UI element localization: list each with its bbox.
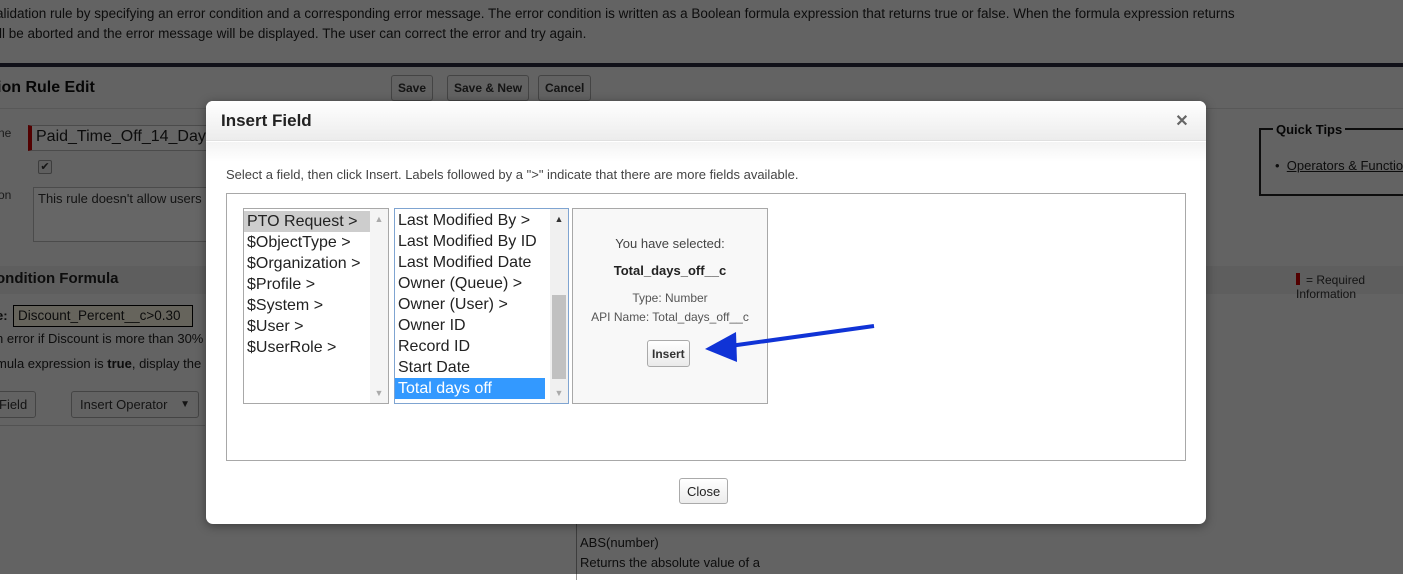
list2-option[interactable]: Owner (User) > — [395, 294, 545, 315]
dialog-instructions: Select a field, then click Insert. Label… — [226, 167, 799, 182]
scroll-down-icon[interactable]: ▼ — [550, 385, 568, 401]
list1-option[interactable]: $System > — [244, 295, 371, 316]
close-button[interactable]: Close — [679, 478, 729, 504]
field-listbox[interactable]: Last Modified By > Last Modified By ID Las… — [394, 208, 569, 404]
list2-option[interactable]: Owner (Queue) > — [395, 273, 545, 294]
list1-option[interactable]: $UserRole > — [244, 337, 371, 358]
selected-field-panel: You have selected: Total_days_off__c Typ… — [572, 208, 768, 404]
arrow-head — [705, 332, 737, 362]
object-options: PTO Request > $ObjectType > $Organization … — [244, 211, 371, 358]
list2-option[interactable]: Last Modified By > — [395, 210, 545, 231]
header-shadow — [206, 142, 1206, 162]
list2-option[interactable]: Record ID — [395, 336, 545, 357]
list1-option[interactable]: $Profile > — [244, 274, 371, 295]
list2-option[interactable]: Owner ID — [395, 315, 545, 336]
selected-field-name: Total_days_off__c — [613, 263, 727, 278]
selected-heading: You have selected: — [615, 236, 725, 251]
list1-option[interactable]: $ObjectType > — [244, 232, 371, 253]
dialog-header: Insert Field ✕ — [206, 101, 1206, 141]
annotation-arrow-icon — [705, 324, 875, 362]
arrow-shaft — [729, 324, 875, 348]
close-x-icon[interactable]: ✕ — [1172, 112, 1192, 132]
list1-option[interactable]: $User > — [244, 316, 371, 337]
scroll-up-icon[interactable]: ▲ — [370, 211, 388, 227]
scrollbar-thumb[interactable] — [552, 295, 566, 379]
insert-field-dialog: Insert Field ✕ Select a field, then clic… — [206, 101, 1206, 524]
dialog-title: Insert Field — [221, 111, 312, 130]
list1-option[interactable]: PTO Request > — [244, 211, 371, 232]
list2-option[interactable]: Last Modified By ID — [395, 231, 545, 252]
selected-field-type: Type: Number — [632, 291, 708, 305]
list2-option[interactable]: Start Date — [395, 357, 545, 378]
list2-option[interactable]: Total days off — [395, 378, 545, 399]
object-list-scrollbar[interactable]: ▲ ▼ — [370, 209, 388, 403]
list1-option[interactable]: $Organization > — [244, 253, 371, 274]
scroll-up-icon[interactable]: ▲ — [550, 211, 568, 227]
field-list-scrollbar[interactable]: ▲ ▼ — [550, 209, 568, 403]
field-options: Last Modified By > Last Modified By ID Las… — [395, 210, 545, 399]
scroll-down-icon[interactable]: ▼ — [370, 385, 388, 401]
list2-option[interactable]: Last Modified Date — [395, 252, 545, 273]
object-listbox[interactable]: PTO Request > $ObjectType > $Organization … — [243, 208, 389, 404]
insert-button[interactable]: Insert — [647, 340, 690, 367]
